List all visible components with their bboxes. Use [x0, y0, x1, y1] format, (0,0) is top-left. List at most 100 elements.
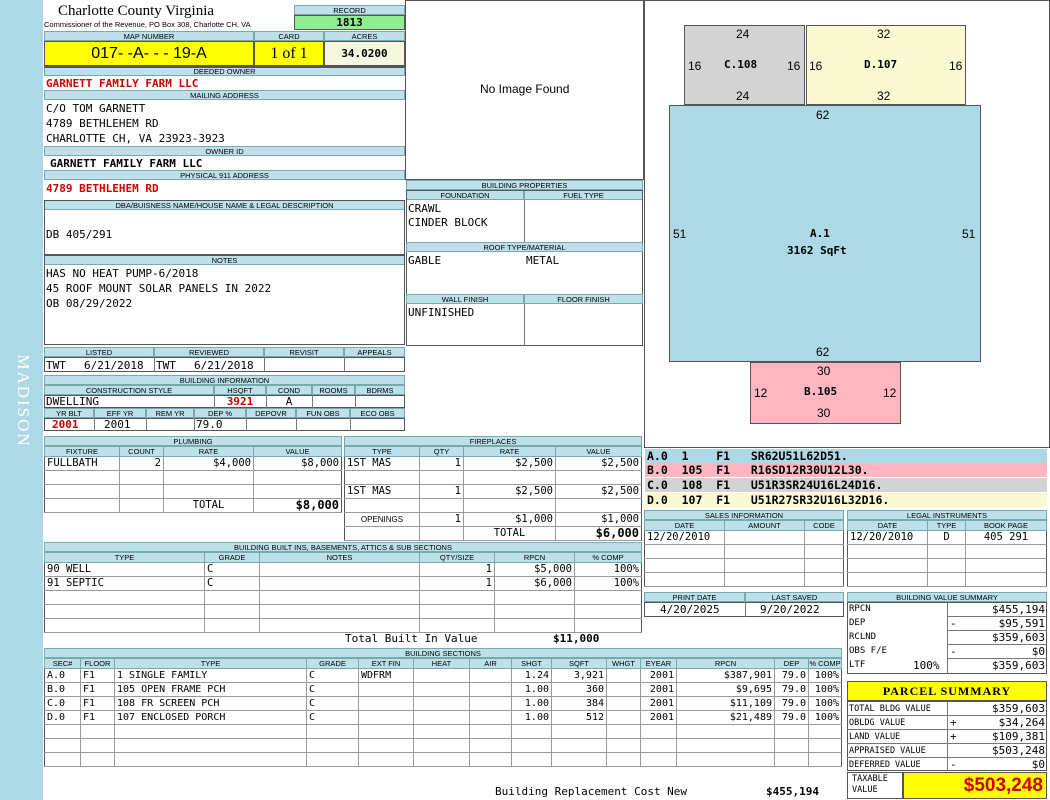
rcn-value: $455,194	[766, 785, 819, 798]
owner-id-label: OWNER ID	[44, 146, 405, 156]
ps-total-bldg-label: TOTAL BLDG VALUE	[849, 704, 931, 714]
plumbing-total: $8,000	[253, 498, 342, 513]
county-title: Charlotte County Virginia	[58, 3, 215, 19]
building-information-label: BUILDING INFORMATION	[44, 375, 405, 385]
hsqft-value: 3921	[226, 395, 254, 408]
table-row: 91 SEPTIC C 1 $6,000 100%	[44, 576, 642, 591]
foundation-line-2: CINDER BLOCK	[408, 216, 488, 229]
sales-information-label: SALES INFORMATION	[644, 510, 844, 520]
roof-material: METAL	[526, 254, 560, 267]
vs-ltf-label: LTF	[849, 660, 866, 670]
wall-finish: UNFINISHED	[408, 306, 475, 319]
plumbing-total-label: TOTAL	[163, 498, 254, 513]
built-ins-total-label: Total Built In Value	[345, 632, 478, 645]
reviewed-date: 6/21/2018	[194, 359, 254, 372]
print-date: 4/20/2025	[660, 603, 720, 616]
no-image-text: No Image Found	[480, 82, 570, 96]
parcel-summary-title: PARCEL SUMMARY	[847, 681, 1047, 701]
vs-obs-label: OBS F/E	[849, 646, 887, 656]
owner-id: GARNETT FAMILY FARM LLC	[50, 157, 203, 170]
ps-obldg-value: $34,264	[998, 716, 1045, 729]
sales-table: DATE AMOUNT CODE 12/20/2010	[644, 520, 844, 587]
card-label: CARD	[254, 31, 324, 41]
physical-address-label: PHYSICAL 911 ADDRESS	[44, 170, 405, 180]
ps-appraised-label: APPRAISED VALUE	[849, 746, 926, 756]
record-number: 1813	[294, 15, 405, 30]
reviewed-label: REVIEWED	[154, 347, 264, 357]
district-label: MADISON	[14, 354, 33, 448]
building-properties-label: BUILDING PROPERTIES	[406, 180, 643, 190]
sketch-label-d107: D.107	[864, 58, 898, 71]
ps-obldg-label: OBLDG VALUE	[849, 718, 906, 728]
ps-land-value: $109,381	[992, 730, 1045, 743]
construction-style: DWELLING	[46, 395, 99, 408]
taxable-value-label: TAXABLE VALUE	[852, 774, 888, 795]
mailing-address-label: MAILING ADDRESS	[44, 90, 405, 100]
vs-obs-value: $0	[1031, 645, 1045, 658]
eff-yr-value: 2001	[104, 418, 131, 431]
building-value-summary-label: BUILDING VALUE SUMMARY	[847, 592, 1047, 602]
table-row: D.0 F1 107 ENCLOSED PORCH C 1.00 512 2001 $21,4…	[44, 710, 842, 725]
acres-value: 34.0200	[324, 41, 405, 66]
sketch-area-sqft: 3162 SqFt	[787, 244, 847, 257]
last-saved-date: 9/20/2022	[760, 603, 820, 616]
deeded-owner: GARNETT FAMILY FARM LLC	[46, 77, 199, 90]
table-row: OPENINGS 1 $1,000 $1,000	[344, 512, 642, 527]
listed-by: TWT	[46, 359, 66, 372]
taxable-value: $503,248	[903, 772, 1047, 799]
eff-yr-label: EFF YR	[94, 408, 146, 418]
listed-date: 6/21/2018	[84, 359, 144, 372]
mailing-line-1: C/O TOM GARNETT	[46, 102, 146, 115]
sketch-segment-b0: B.0 105 F1 R16SD12R30U12L30.	[645, 463, 1047, 477]
roof-type: GABLE	[408, 254, 442, 267]
table-row: 1ST MAS 1 $2,500 $2,500	[344, 456, 642, 471]
building-sections-table: SEC# FLOOR TYPE GRADE EXT FIN HEAT AIR SHGT SQFT…	[44, 658, 842, 767]
table-row: C.0 F1 108 FR SCREEN PCH C 1.00 384 2001 $11,10…	[44, 696, 842, 711]
sketch-label-b105: B.105	[804, 385, 838, 398]
ps-total-bldg-value: $359,603	[992, 702, 1045, 715]
rem-yr-label: REM YR	[146, 408, 194, 418]
sketch-segment-c0: C.0 108 F1 U51R3SR24U16L24D16.	[645, 478, 1047, 492]
foundation-line-1: CRAWL	[408, 202, 442, 215]
fireplaces-total-label: TOTAL	[463, 526, 556, 541]
floor-finish-label: FLOOR FINISH	[524, 294, 643, 304]
built-ins-label: BUILDING BUILT INS, BASEMENTS, ATTICS & …	[44, 542, 642, 552]
sketch-segment-a0: A.0 1 F1 SR62U51L62D51.	[645, 449, 1047, 463]
vs-rpcn-value: $455,194	[992, 603, 1045, 616]
revisit-label: REVISIT	[264, 347, 344, 357]
bdrms-label: BDRMS	[355, 385, 405, 395]
table-row: FULLBATH 2 $4,000 $8,000	[44, 456, 342, 471]
vs-ltf-value: $359,603	[992, 659, 1045, 672]
vs-rclnd-value: $359,603	[992, 631, 1045, 644]
table-row: A.0 F1 1 SINGLE FAMILY C WDFRM 1.24 3,921 2001 $…	[44, 668, 842, 683]
last-saved-label: LAST SAVED	[745, 592, 844, 602]
vs-dep-label: DEP	[849, 618, 866, 628]
acres-label: ACRES	[324, 31, 405, 41]
depovr-label: DEPOVR	[246, 408, 296, 418]
notes-line-2: 45 ROOF MOUNT SOLAR PANELS IN 2022	[46, 282, 272, 295]
notes-line-3: OB 08/29/2022	[46, 297, 133, 310]
cond-label: COND	[266, 385, 312, 395]
card-number: 1 of 1	[254, 41, 324, 66]
fireplaces-table: TYPE QTY RATE VALUE 1ST MAS 1 $2,500 $2,500 1S…	[344, 446, 642, 541]
map-number: 017- -A- - - 19-A	[44, 41, 254, 66]
rooms-label: ROOMS	[312, 385, 355, 395]
commissioner-address: Commissioner of the Revenue, PO Box 308,…	[44, 20, 251, 29]
record-label: RECORD	[294, 5, 405, 15]
yr-blt-value: 2001	[52, 418, 79, 431]
fireplaces-label: FIREPLACES	[344, 436, 642, 446]
plumbing-table: FIXTURE COUNT RATE VALUE FULLBATH 2 $4,000 $8,…	[44, 446, 342, 513]
sketch-label-a1: A.1	[810, 227, 830, 240]
vs-rpcn-label: RPCN	[849, 604, 871, 614]
table-row: 12/20/2010 D 405 291	[847, 530, 1047, 545]
ps-deferred-label: DEFERRED VALUE	[849, 760, 921, 770]
mailing-line-3: CHARLOTTE CH, VA 23923-3923	[46, 132, 225, 145]
ps-land-label: LAND VALUE	[849, 732, 901, 742]
print-date-label: PRINT DATE	[644, 592, 745, 602]
built-ins-table: TYPE GRADE NOTES QTY/SIZE RPCN% COMP 90 WELL…	[44, 552, 642, 633]
yr-blt-label: YR BLT	[44, 408, 94, 418]
mailing-line-2: 4789 BETHLEHEM RD	[46, 117, 159, 130]
building-sections-label: BUILDING SECTIONS	[44, 648, 842, 658]
map-number-label: MAP NUMBER	[44, 31, 254, 41]
ps-appraised-value: $503,248	[992, 744, 1045, 757]
